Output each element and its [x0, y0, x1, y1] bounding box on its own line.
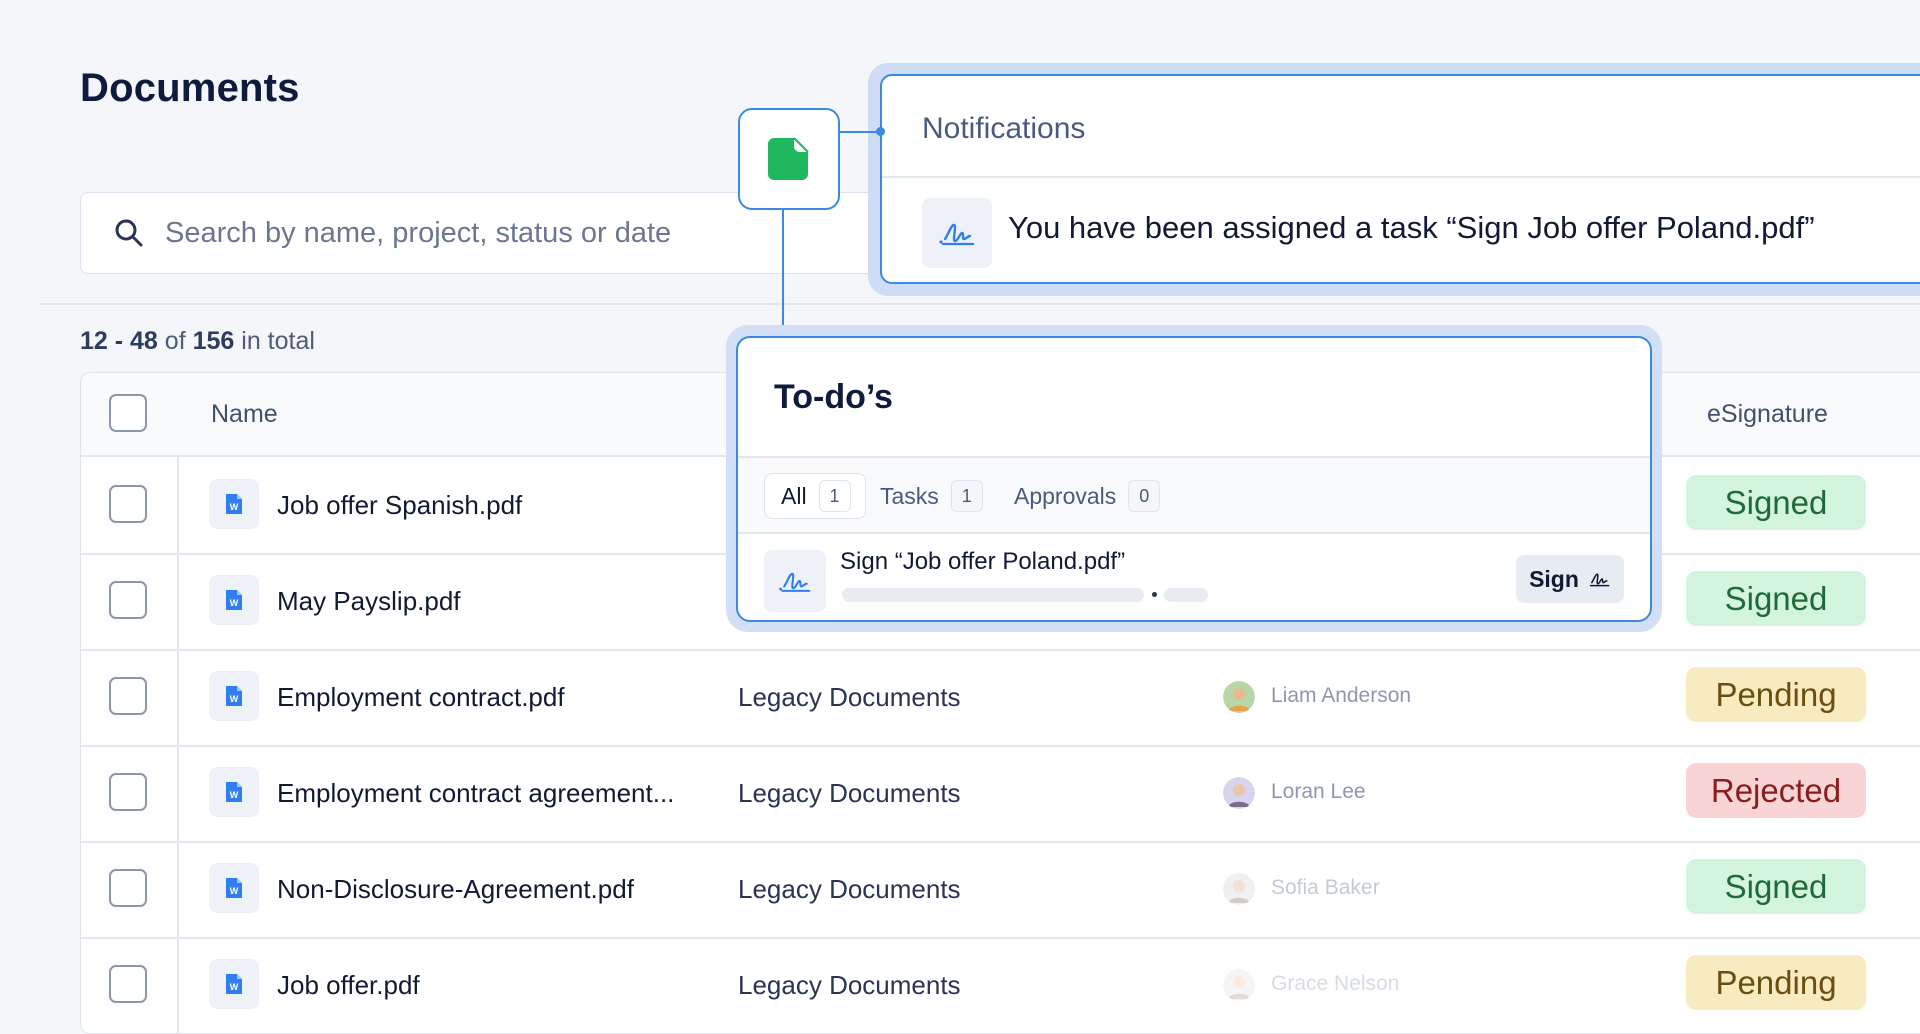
assignee-name: Grace Nelson [1271, 972, 1400, 995]
table-row[interactable]: W Job offer.pdf Legacy Documents Grace N… [81, 937, 1920, 1033]
total-suffix: in total [241, 327, 315, 355]
file-name[interactable]: Job offer.pdf [277, 970, 420, 1001]
todo-title: To-do’s [774, 378, 893, 416]
divider [738, 532, 1650, 534]
signature-icon [764, 550, 826, 612]
assignee-name: Loran Lee [1271, 780, 1366, 803]
file-name[interactable]: Job offer Spanish.pdf [277, 490, 522, 521]
loading-placeholder [842, 588, 1144, 602]
file-name[interactable]: May Payslip.pdf [277, 586, 461, 617]
row-checkbox[interactable] [109, 869, 147, 907]
page-title: Documents [80, 66, 300, 110]
row-checkbox[interactable] [109, 581, 147, 619]
tab-label: All [781, 482, 807, 509]
sign-button[interactable]: Sign [1516, 555, 1624, 603]
of-label: of [164, 327, 186, 355]
notification-message[interactable]: You have been assigned a task “Sign Job … [1008, 210, 1815, 246]
word-file-icon: W [209, 863, 259, 913]
svg-text:W: W [230, 598, 239, 608]
assignee-name: Sofia Baker [1271, 876, 1380, 899]
avatar [1223, 969, 1255, 1001]
row-checkbox[interactable] [109, 485, 147, 523]
status-badge: Pending [1686, 955, 1866, 1010]
notifications-title: Notifications [922, 112, 1086, 145]
tab-tasks[interactable]: Tasks 1 [880, 473, 983, 519]
avatar [1223, 873, 1255, 905]
tab-label: Approvals [1014, 482, 1117, 509]
svg-text:W: W [230, 694, 239, 704]
notifications-panel: Notifications You have been assigned a t… [880, 74, 1920, 284]
word-file-icon: W [209, 767, 259, 817]
separator-dot [1152, 592, 1157, 597]
status-badge: Signed [1686, 475, 1866, 530]
total-value: 156 [192, 327, 235, 355]
tab-approvals[interactable]: Approvals 0 [1014, 473, 1161, 519]
project-name: Legacy Documents [738, 970, 961, 1000]
file-name[interactable]: Employment contract.pdf [277, 682, 565, 713]
connector-line [840, 131, 880, 133]
avatar [1223, 681, 1255, 713]
tab-count: 1 [950, 480, 983, 512]
file-name[interactable]: Employment contract agreement... [277, 778, 674, 809]
file-name[interactable]: Non-Disclosure-Agreement.pdf [277, 874, 634, 905]
word-file-icon: W [209, 959, 259, 1009]
row-checkbox[interactable] [109, 773, 147, 811]
column-header-name[interactable]: Name [211, 400, 278, 429]
word-file-icon: W [209, 479, 259, 529]
row-checkbox[interactable] [109, 965, 147, 1003]
status-badge: Signed [1686, 571, 1866, 626]
table-row[interactable]: W Non-Disclosure-Agreement.pdf Legacy Do… [81, 841, 1920, 939]
project-name: Legacy Documents [738, 874, 961, 904]
svg-text:W: W [230, 886, 239, 896]
document-app-icon[interactable] [738, 108, 840, 210]
tab-all[interactable]: All 1 [764, 473, 866, 519]
todo-panel: To-do’s All 1 Tasks 1 Approvals 0 Sign “… [736, 336, 1652, 622]
connector-line [782, 210, 784, 335]
signature-icon [922, 198, 992, 268]
divider [40, 303, 1920, 305]
word-file-icon: W [209, 575, 259, 625]
project-name: Legacy Documents [738, 682, 961, 712]
todo-tabs [738, 458, 1650, 532]
status-badge: Rejected [1686, 763, 1866, 818]
pagination-summary: 12 - 48 of 156 in total [80, 327, 315, 356]
search-icon [115, 219, 143, 247]
divider [882, 176, 1920, 178]
sign-button-label: Sign [1529, 565, 1579, 592]
task-title[interactable]: Sign “Job offer Poland.pdf” [840, 548, 1125, 576]
tab-count: 1 [818, 480, 851, 512]
svg-text:W: W [230, 982, 239, 992]
status-badge: Pending [1686, 667, 1866, 722]
svg-text:W: W [230, 790, 239, 800]
svg-text:W: W [230, 502, 239, 512]
search-input[interactable] [163, 215, 927, 251]
avatar [1223, 777, 1255, 809]
assignee-name: Liam Anderson [1271, 684, 1412, 707]
table-row[interactable]: W Employment contract.pdf Legacy Documen… [81, 649, 1920, 747]
tab-label: Tasks [880, 482, 939, 509]
status-badge: Signed [1686, 859, 1866, 914]
column-header-esignature[interactable]: eSignature [1707, 400, 1828, 429]
connector-dot [876, 127, 885, 136]
loading-placeholder [1164, 588, 1208, 602]
range-value: 12 - 48 [80, 327, 158, 355]
table-row[interactable]: W Employment contract agreement... Legac… [81, 745, 1920, 843]
project-name: Legacy Documents [738, 778, 961, 808]
signature-icon [1589, 573, 1610, 587]
word-file-icon: W [209, 671, 259, 721]
row-checkbox[interactable] [109, 677, 147, 715]
select-all-checkbox[interactable] [109, 394, 147, 432]
tab-count: 0 [1128, 480, 1161, 512]
